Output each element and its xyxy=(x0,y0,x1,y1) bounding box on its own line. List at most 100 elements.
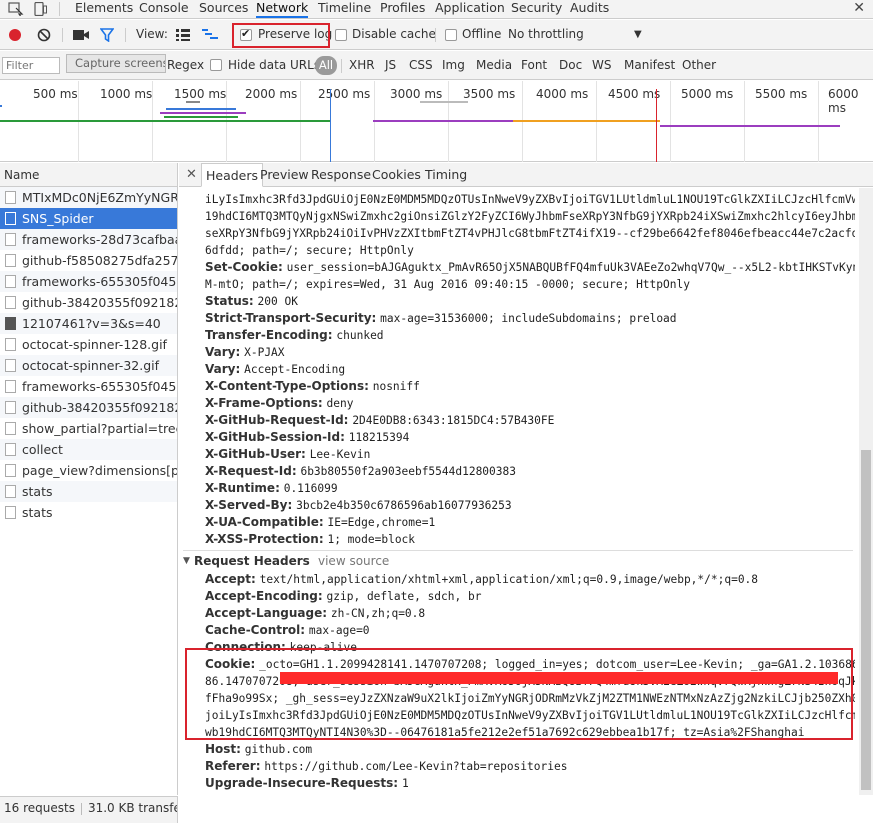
type-filter-css[interactable]: CSS xyxy=(409,58,433,72)
header-key: X-GitHub-Session-Id: xyxy=(205,430,345,444)
overview-waterfall-icon[interactable] xyxy=(202,29,218,41)
request-row[interactable]: octocat-spinner-128.gif xyxy=(0,334,177,355)
tab-application[interactable]: Application xyxy=(435,0,505,18)
request-row[interactable]: github-38420355f0921824... xyxy=(0,292,177,313)
tab-timeline[interactable]: Timeline xyxy=(318,0,371,18)
tab-profiles[interactable]: Profiles xyxy=(380,0,425,18)
type-filter-manifest[interactable]: Manifest xyxy=(624,58,675,72)
request-row[interactable]: page_view?dimensions[pa... xyxy=(0,460,177,481)
request-row[interactable]: octocat-spinner-32.gif xyxy=(0,355,177,376)
request-row[interactable]: frameworks-655305f0453f... xyxy=(0,271,177,292)
status-bar: 16 requests 31.0 KB transferr... xyxy=(0,796,178,823)
request-name: octocat-spinner-128.gif xyxy=(22,337,167,352)
header-row: Status: 200 OK xyxy=(205,293,855,310)
filter-funnel-icon[interactable] xyxy=(100,28,114,42)
collapse-triangle-icon[interactable]: ▼ xyxy=(183,556,190,566)
chevron-down-icon[interactable]: ▼ xyxy=(634,29,642,40)
toolbar-separator xyxy=(59,2,60,16)
request-row[interactable]: 12107461?v=3&s=40 xyxy=(0,313,177,334)
hide-data-urls-checkbox[interactable] xyxy=(210,59,222,71)
type-filter-xhr[interactable]: XHR xyxy=(349,58,375,72)
type-filter-ws[interactable]: WS xyxy=(592,58,611,72)
tab-network[interactable]: Network xyxy=(256,0,309,18)
tab-headers[interactable]: Headers xyxy=(201,163,264,187)
file-icon xyxy=(5,275,16,288)
record-icon[interactable] xyxy=(8,28,22,42)
request-row[interactable]: github-38420355f0921824... xyxy=(0,397,177,418)
request-row[interactable]: SNS_Spider xyxy=(0,208,177,229)
type-filter-img[interactable]: Img xyxy=(442,58,465,72)
file-icon xyxy=(5,233,16,246)
type-filter-doc[interactable]: Doc xyxy=(559,58,582,72)
tick-label: 1000 ms xyxy=(100,87,153,101)
filter-input[interactable]: Filter xyxy=(2,57,60,74)
scrollbar-thumb[interactable] xyxy=(861,450,871,790)
tab-security[interactable]: Security xyxy=(511,0,562,18)
header-key: Status: xyxy=(205,294,254,308)
request-name: 12107461?v=3&s=40 xyxy=(22,316,161,331)
request-row[interactable]: frameworks-28d73cafbaa9... xyxy=(0,229,177,250)
screenshot-camera-icon[interactable] xyxy=(73,29,89,41)
large-rows-icon[interactable] xyxy=(176,29,190,41)
header-key: User-Agent: xyxy=(205,793,286,795)
request-name: github-38420355f0921824... xyxy=(22,295,177,310)
header-row: X-GitHub-User: Lee-Kevin xyxy=(205,446,855,463)
header-key: X-Runtime: xyxy=(205,481,280,495)
file-icon xyxy=(5,296,16,309)
header-value: X-PJAX xyxy=(244,346,285,359)
header-value: 2D4E0DB8:6343:1815DC4:57B430FE xyxy=(352,414,555,427)
request-headers-section[interactable]: ▼ Request Headers view source xyxy=(183,550,853,570)
file-icon xyxy=(5,443,16,456)
header-value: user_session=bAJGAguktx_PmAvR65OjX5NABQU… xyxy=(286,261,855,274)
tab-elements[interactable]: Elements xyxy=(75,0,133,18)
request-row[interactable]: stats xyxy=(0,502,177,523)
request-row[interactable]: github-f58508275dfa257d... xyxy=(0,250,177,271)
header-value: Accept-Encoding xyxy=(244,363,346,376)
tab-cookies[interactable]: Cookies xyxy=(372,163,421,187)
offline-checkbox[interactable] xyxy=(445,29,457,41)
close-devtools-icon[interactable]: ✕ xyxy=(853,0,865,16)
vertical-scrollbar[interactable] xyxy=(859,188,873,795)
request-row[interactable]: show_partial?partial=tree... xyxy=(0,418,177,439)
tab-timing[interactable]: Timing xyxy=(425,163,467,187)
name-column-header[interactable]: Name xyxy=(0,163,177,187)
request-name: github-f58508275dfa257d... xyxy=(22,253,177,268)
throttling-select[interactable]: No throttling xyxy=(508,27,584,41)
clear-icon[interactable] xyxy=(37,28,51,42)
tab-console[interactable]: Console xyxy=(139,0,189,18)
view-source-link[interactable]: view source xyxy=(318,554,389,568)
tab-preview[interactable]: Preview xyxy=(260,163,309,187)
header-row: Accept: text/html,application/xhtml+xml,… xyxy=(205,571,855,588)
request-name: collect xyxy=(22,442,63,457)
header-key: Accept-Encoding: xyxy=(205,589,323,603)
type-filter-media[interactable]: Media xyxy=(476,58,512,72)
tick-label: 4000 ms xyxy=(536,87,589,101)
header-row: X-Content-Type-Options: nosniff xyxy=(205,378,855,395)
header-value: 1; mode=block xyxy=(327,533,416,546)
header-row: X-GitHub-Session-Id: 118215394 xyxy=(205,429,855,446)
tab-sources[interactable]: Sources xyxy=(199,0,248,18)
type-filter-other[interactable]: Other xyxy=(682,58,716,72)
request-name: frameworks-655305f0453f... xyxy=(22,274,177,289)
request-row[interactable]: collect xyxy=(0,439,177,460)
file-icon xyxy=(5,338,16,351)
header-row: Strict-Transport-Security: max-age=31536… xyxy=(205,310,855,327)
request-row[interactable]: MTIxMDc0NjE6ZmYyNGRj... xyxy=(0,187,177,208)
tab-response[interactable]: Response xyxy=(311,163,371,187)
device-toolbar-icon[interactable] xyxy=(32,2,48,16)
header-value-continuation: M-mtO; path=/; expires=Wed, 31 Aug 2016 … xyxy=(205,278,690,291)
tab-audits[interactable]: Audits xyxy=(570,0,609,18)
inspect-element-icon[interactable] xyxy=(8,2,24,16)
request-row[interactable]: stats xyxy=(0,481,177,502)
disable-cache-checkbox[interactable] xyxy=(335,29,347,41)
transferred-size: 31.0 KB transferr... xyxy=(87,801,177,815)
type-filter-js[interactable]: JS xyxy=(385,58,396,72)
request-name: frameworks-28d73cafbaa9... xyxy=(22,232,177,247)
header-value: 0.116099 xyxy=(283,482,338,495)
timeline-overview[interactable]: 500 ms 1000 ms 1500 ms 2000 ms 2500 ms 3… xyxy=(0,81,873,162)
type-filter-all[interactable]: All xyxy=(315,56,337,75)
request-row[interactable]: frameworks-655305f0453f... xyxy=(0,376,177,397)
close-detail-icon[interactable]: ✕ xyxy=(186,167,197,182)
header-row: User-Agent: Mozilla/5.0 (Windows NT 10.0… xyxy=(205,792,855,795)
type-filter-font[interactable]: Font xyxy=(521,58,547,72)
